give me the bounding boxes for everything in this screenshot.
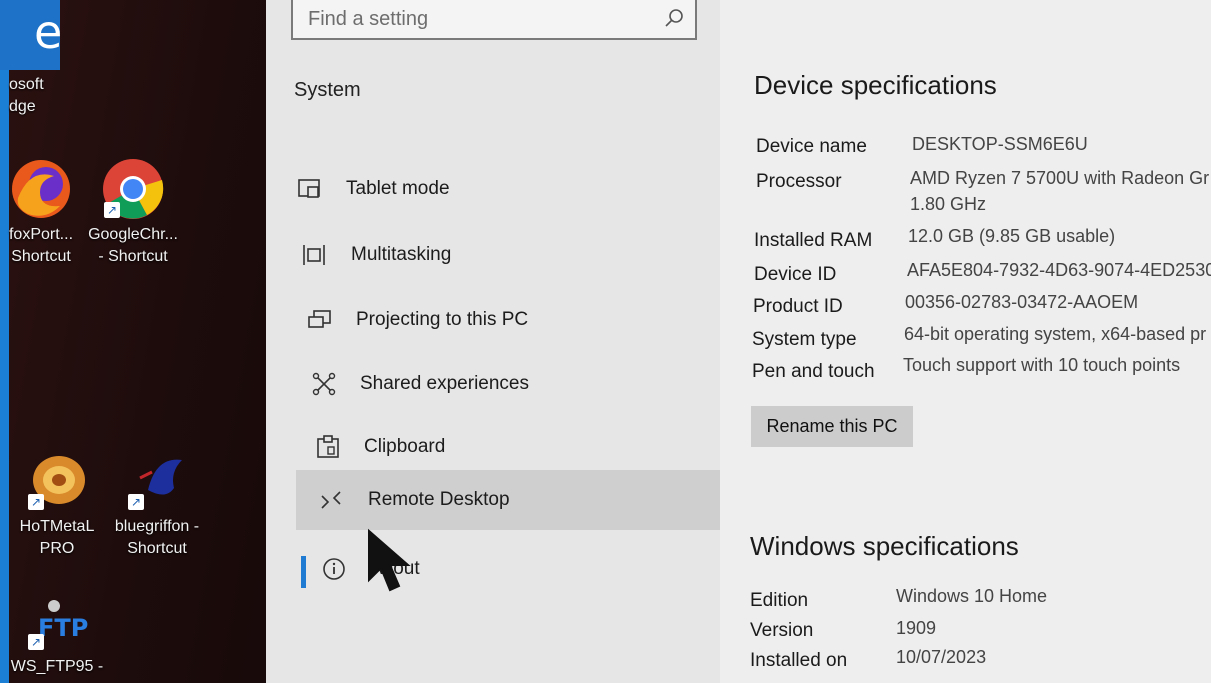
nav-item-label: Projecting to this PC [356, 309, 529, 330]
nav-item-shared-experiences[interactable]: Shared experiences [310, 355, 734, 413]
nav-item-label: Shared experiences [360, 373, 529, 394]
ftp-icon: FTP ↗ [26, 594, 88, 652]
spec-label: Pen and touch [752, 361, 875, 382]
spec-label: Version [750, 620, 814, 641]
search-icon[interactable] [663, 7, 685, 29]
spec-label: Installed on [750, 650, 848, 671]
spec-value: AMD Ryzen 7 5700U with Radeon Gr [910, 168, 1210, 188]
spec-value: AFA5E804-7932-4D63-9074-4ED2530 [907, 260, 1211, 280]
multitasking-icon [303, 245, 325, 265]
search-input[interactable]: Find a setting [291, 0, 697, 40]
desktop-icon-edge[interactable]: e osoft dge [0, 0, 79, 118]
windows-specs-title: Windows specifications [750, 531, 1019, 561]
spec-label: Device name [756, 136, 867, 157]
spec-label: Edition [750, 590, 809, 611]
screen: e osoft dge foxPort... Shortcut ↗ Google… [0, 0, 1211, 683]
nav-item-label: Multitasking [351, 244, 452, 265]
desktop-icon-label: bluegriffon - [114, 518, 200, 535]
mouse-cursor-icon [368, 528, 411, 592]
remote-desktop-icon [321, 491, 341, 509]
svg-text:FTP: FTP [38, 614, 88, 642]
device-specs-title: Device specifications [754, 70, 997, 100]
desktop-icon-label: foxPort... [8, 226, 74, 243]
spec-value: 1909 [896, 618, 937, 638]
tablet-mode-icon [298, 179, 320, 198]
desktop-icon-wsftp[interactable]: FTP ↗ WS_FTP95 - [7, 594, 107, 678]
edge-icon: e [0, 0, 62, 70]
spec-value: 00356-02783-03472-AAOEM [905, 292, 1139, 312]
svg-text:e: e [34, 5, 60, 59]
info-icon [323, 558, 345, 580]
spec-label: Processor [756, 171, 842, 192]
spec-value: 1.80 GHz [910, 194, 987, 214]
spec-value: Windows 10 Home [896, 586, 1048, 606]
desktop-icon-label: PRO [39, 540, 75, 557]
shortcut-arrow-icon: ↗ [28, 634, 44, 650]
spec-value: 12.0 GB (9.85 GB usable) [908, 226, 1116, 246]
nav-item-remote-desktop[interactable]: Remote Desktop [296, 470, 720, 530]
desktop-icon-hotmetal[interactable]: ↗ HoTMetaL PRO [7, 450, 107, 560]
firefox-icon [10, 158, 72, 220]
clipboard-icon [317, 435, 339, 458]
search-placeholder: Find a setting [308, 8, 429, 30]
desktop-icon-bluegriffon[interactable]: ↗ bluegriffon - Shortcut [107, 450, 207, 560]
shortcut-arrow-icon: ↗ [104, 202, 120, 218]
hotmetal-icon: ↗ [26, 450, 88, 512]
nav-item-label: Tablet mode [346, 178, 450, 199]
nav-item-label: Remote Desktop [368, 489, 510, 510]
spec-label: Device ID [754, 264, 837, 285]
spec-label: Installed RAM [754, 230, 873, 251]
desktop-icon-label: - Shortcut [98, 248, 168, 265]
desktop-icon-label: osoft [9, 76, 44, 93]
spec-label: Product ID [753, 296, 843, 317]
desktop-icon-chrome[interactable]: ↗ GoogleChr... - Shortcut [83, 158, 183, 268]
desktop-icon-label: WS_FTP95 - [10, 658, 104, 675]
nav-item-clipboard[interactable]: Clipboard [314, 418, 738, 476]
projecting-icon [308, 310, 331, 328]
nav-heading: System [294, 79, 361, 101]
nav-item-projecting[interactable]: Projecting to this PC [306, 291, 730, 349]
desktop-icon-label: Shortcut [11, 248, 71, 265]
shortcut-arrow-icon: ↗ [128, 494, 144, 510]
shared-experiences-icon [312, 372, 336, 396]
bluegriffon-icon: ↗ [126, 450, 188, 512]
desktop-icon-label: GoogleChr... [88, 226, 178, 243]
spec-value: Touch support with 10 touch points [903, 355, 1181, 375]
spec-value: DESKTOP-SSM6E6U [912, 134, 1088, 154]
desktop-icon-label: Shortcut [127, 540, 187, 557]
nav-item-multitasking[interactable]: Multitasking [301, 226, 725, 284]
desktop-icon-label: dge [9, 98, 36, 115]
nav-item-tablet-mode[interactable]: Tablet mode [296, 160, 720, 218]
spec-value: 10/07/2023 [896, 647, 987, 667]
nav-item-label: Clipboard [364, 436, 446, 457]
desktop: e osoft dge foxPort... Shortcut ↗ Google… [0, 0, 309, 683]
settings-content-pane: Device specifications Device name DESKTO… [720, 0, 1211, 683]
shortcut-arrow-icon: ↗ [28, 494, 44, 510]
chrome-icon: ↗ [102, 158, 164, 220]
spec-label: System type [752, 329, 857, 350]
rename-pc-button[interactable]: Rename this PC [751, 406, 913, 447]
desktop-icon-label: HoTMetaL [19, 518, 95, 535]
nav-active-indicator [301, 556, 306, 588]
settings-nav-pane: Find a setting System Tablet mode Multit… [266, 0, 720, 683]
desktop-icon-firefox[interactable]: foxPort... Shortcut [0, 158, 91, 268]
spec-value: 64-bit operating system, x64-based pr [904, 324, 1207, 344]
